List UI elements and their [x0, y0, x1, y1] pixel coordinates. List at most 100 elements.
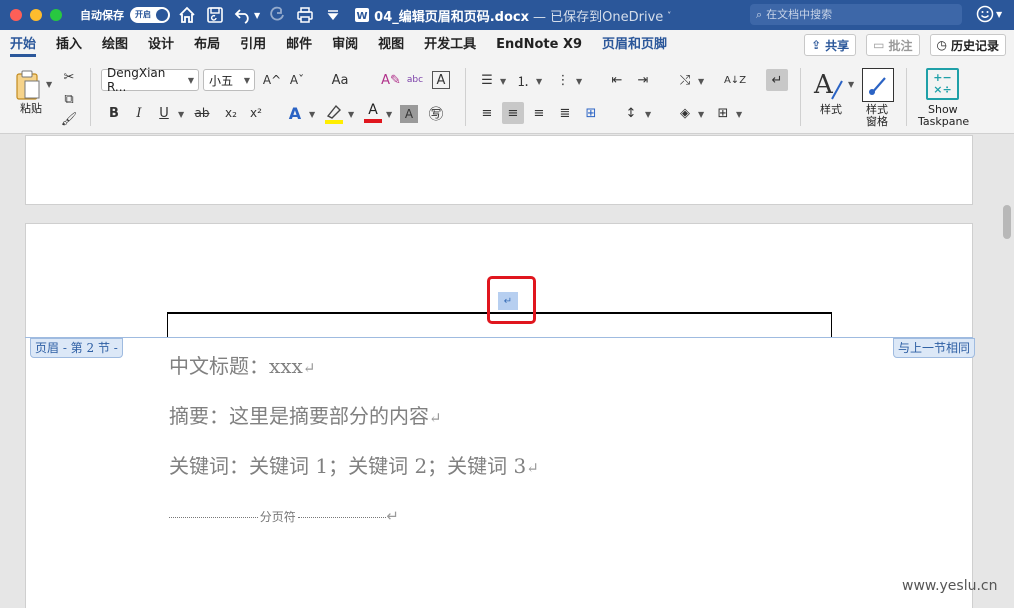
share-button[interactable]: ⇪ 共享 [804, 34, 857, 56]
text-direction-icon[interactable]: ⤭ [674, 69, 696, 91]
search-icon: ⌕ [756, 7, 763, 21]
shrink-font-button[interactable]: Aˇ [286, 69, 308, 91]
borders-icon[interactable]: ⊞ [712, 102, 734, 124]
minimize-window-button[interactable] [30, 9, 42, 21]
line-spacing-icon[interactable]: ↕ [620, 102, 642, 124]
home-icon[interactable] [176, 4, 198, 26]
font-color-letter: A [368, 102, 378, 118]
bullets-icon[interactable]: ☰ [476, 69, 498, 91]
justify-icon[interactable]: ≣ [554, 102, 576, 124]
character-border-button[interactable]: A [432, 71, 450, 89]
calculator-taskpane-icon[interactable]: +− ×÷ [926, 68, 959, 100]
tab-developer[interactable]: 开发工具 [414, 30, 486, 60]
align-center-icon[interactable]: ≡ [502, 102, 524, 124]
history-button[interactable]: ◷ 历史记录 [929, 34, 1006, 56]
copy-icon[interactable]: ⧉ [58, 88, 80, 110]
multilevel-dropdown-icon[interactable]: ▼ [576, 77, 582, 86]
customize-toolbar-icon[interactable] [322, 4, 344, 26]
tab-endnote[interactable]: EndNote X9 [486, 30, 592, 60]
body-line-title[interactable]: 中文标题：xxx↵ [169, 350, 315, 379]
tab-mailings[interactable]: 邮件 [276, 30, 322, 60]
tab-view[interactable]: 视图 [368, 30, 414, 60]
annotation-highlight-box [487, 276, 536, 324]
superscript-button[interactable]: x² [245, 102, 267, 124]
highlight-dropdown-icon[interactable]: ▼ [348, 110, 354, 119]
paste-dropdown-icon[interactable]: ▼ [46, 80, 52, 89]
line-spacing-dropdown-icon[interactable]: ▼ [645, 110, 651, 119]
tab-header-footer[interactable]: 页眉和页脚 [592, 30, 677, 60]
numbering-dropdown-icon[interactable]: ▼ [536, 77, 542, 86]
bold-button[interactable]: B [103, 102, 125, 124]
phonetic-guide-button[interactable]: abc [404, 69, 426, 91]
underline-dropdown-icon[interactable]: ▼ [178, 110, 184, 119]
undo-icon[interactable] [232, 4, 254, 26]
distribute-icon[interactable]: ⊞ [580, 102, 602, 124]
undo-dropdown-icon[interactable]: ▼ [254, 11, 260, 20]
tab-design[interactable]: 设计 [138, 30, 184, 60]
print-icon[interactable] [294, 4, 316, 26]
save-status: — 已保存到OneDrive [533, 9, 664, 25]
tab-references[interactable]: 引用 [230, 30, 276, 60]
same-as-previous-tag: 与上一节相同 [893, 338, 976, 358]
decrease-indent-icon[interactable]: ⇤ [606, 69, 628, 91]
autosave-toggle[interactable]: 开启 [130, 7, 170, 23]
zoom-window-button[interactable] [50, 9, 62, 21]
align-right-icon[interactable]: ≡ [528, 102, 550, 124]
font-name-select[interactable]: DengXian R... ▼ [101, 66, 199, 94]
grow-font-button[interactable]: A^ [261, 69, 283, 91]
document-search[interactable]: ⌕ [750, 4, 962, 25]
paragraph-mark: ↵ [302, 359, 316, 377]
tab-home[interactable]: 开始 [0, 30, 46, 60]
format-painter-icon[interactable]: 🖌 [58, 108, 80, 130]
sort-button[interactable]: A↓Z [724, 69, 746, 91]
clear-formatting-icon[interactable]: A✎ [380, 69, 402, 91]
highlight-button[interactable] [322, 102, 346, 126]
bullets-dropdown-icon[interactable]: ▼ [500, 77, 506, 86]
search-input[interactable] [766, 8, 937, 21]
underline-button[interactable]: U [153, 102, 175, 124]
feedback-button[interactable]: ▼ [976, 5, 1002, 23]
multilevel-list-icon[interactable]: ⋮ [552, 69, 574, 91]
tab-review[interactable]: 审阅 [322, 30, 368, 60]
font-color-dropdown-icon[interactable]: ▼ [386, 110, 392, 119]
paste-button[interactable] [12, 68, 44, 102]
page-break[interactable]: 分页符 ↵ [169, 507, 399, 525]
paragraph-mark: ↵ [386, 507, 399, 525]
align-left-icon[interactable]: ≡ [476, 102, 498, 124]
cut-icon[interactable]: ✂ [58, 66, 80, 88]
redo-icon[interactable] [266, 4, 288, 26]
change-case-button[interactable]: Aa [326, 69, 354, 91]
previous-page [25, 135, 973, 205]
strikethrough-button[interactable]: ab [191, 102, 213, 124]
enclose-characters-icon[interactable]: ㊢ [425, 102, 447, 124]
shading-dropdown-icon[interactable]: ▼ [698, 110, 704, 119]
comments-button[interactable]: ▭ 批注 [866, 34, 920, 56]
body-line-keywords[interactable]: 关键词：关键词 1；关键词 2；关键词 3↵ [169, 450, 539, 479]
font-color-button[interactable]: A [362, 102, 384, 126]
text-direction-dropdown-icon[interactable]: ▼ [698, 77, 704, 86]
increase-indent-icon[interactable]: ⇥ [632, 69, 654, 91]
document-title[interactable]: W 04_编辑页眉和页码.docx — 已保存到OneDrive ˅ [354, 6, 671, 25]
tab-draw[interactable]: 绘图 [92, 30, 138, 60]
numbering-icon[interactable]: ⒈ [512, 69, 534, 91]
borders-dropdown-icon[interactable]: ▼ [736, 110, 742, 119]
scrollbar-thumb[interactable] [1003, 205, 1011, 239]
text-effects-dropdown-icon[interactable]: ▼ [309, 110, 315, 119]
show-formatting-marks-icon[interactable]: ↵ [766, 69, 788, 91]
subscript-button[interactable]: x₂ [220, 102, 242, 124]
font-size-select[interactable]: 小五 ▼ [203, 69, 255, 91]
save-icon[interactable] [204, 4, 226, 26]
text-effects-icon[interactable]: A [284, 102, 306, 124]
styles-pane-button[interactable] [862, 68, 894, 102]
chevron-down-icon[interactable]: ˅ [667, 11, 671, 20]
tab-insert[interactable]: 插入 [46, 30, 92, 60]
tab-layout[interactable]: 布局 [184, 30, 230, 60]
body-line-abstract[interactable]: 摘要：这里是摘要部分的内容↵ [169, 400, 442, 429]
character-shading-button[interactable]: A [400, 105, 418, 123]
italic-button[interactable]: I [128, 102, 150, 124]
shading-icon[interactable]: ◈ [674, 102, 696, 124]
keywords-text: 关键词：关键词 1；关键词 2；关键词 3 [169, 454, 527, 478]
styles-dropdown-icon[interactable]: ▼ [848, 80, 854, 89]
styles-gallery-button[interactable]: A [812, 68, 844, 104]
close-window-button[interactable] [10, 9, 22, 21]
